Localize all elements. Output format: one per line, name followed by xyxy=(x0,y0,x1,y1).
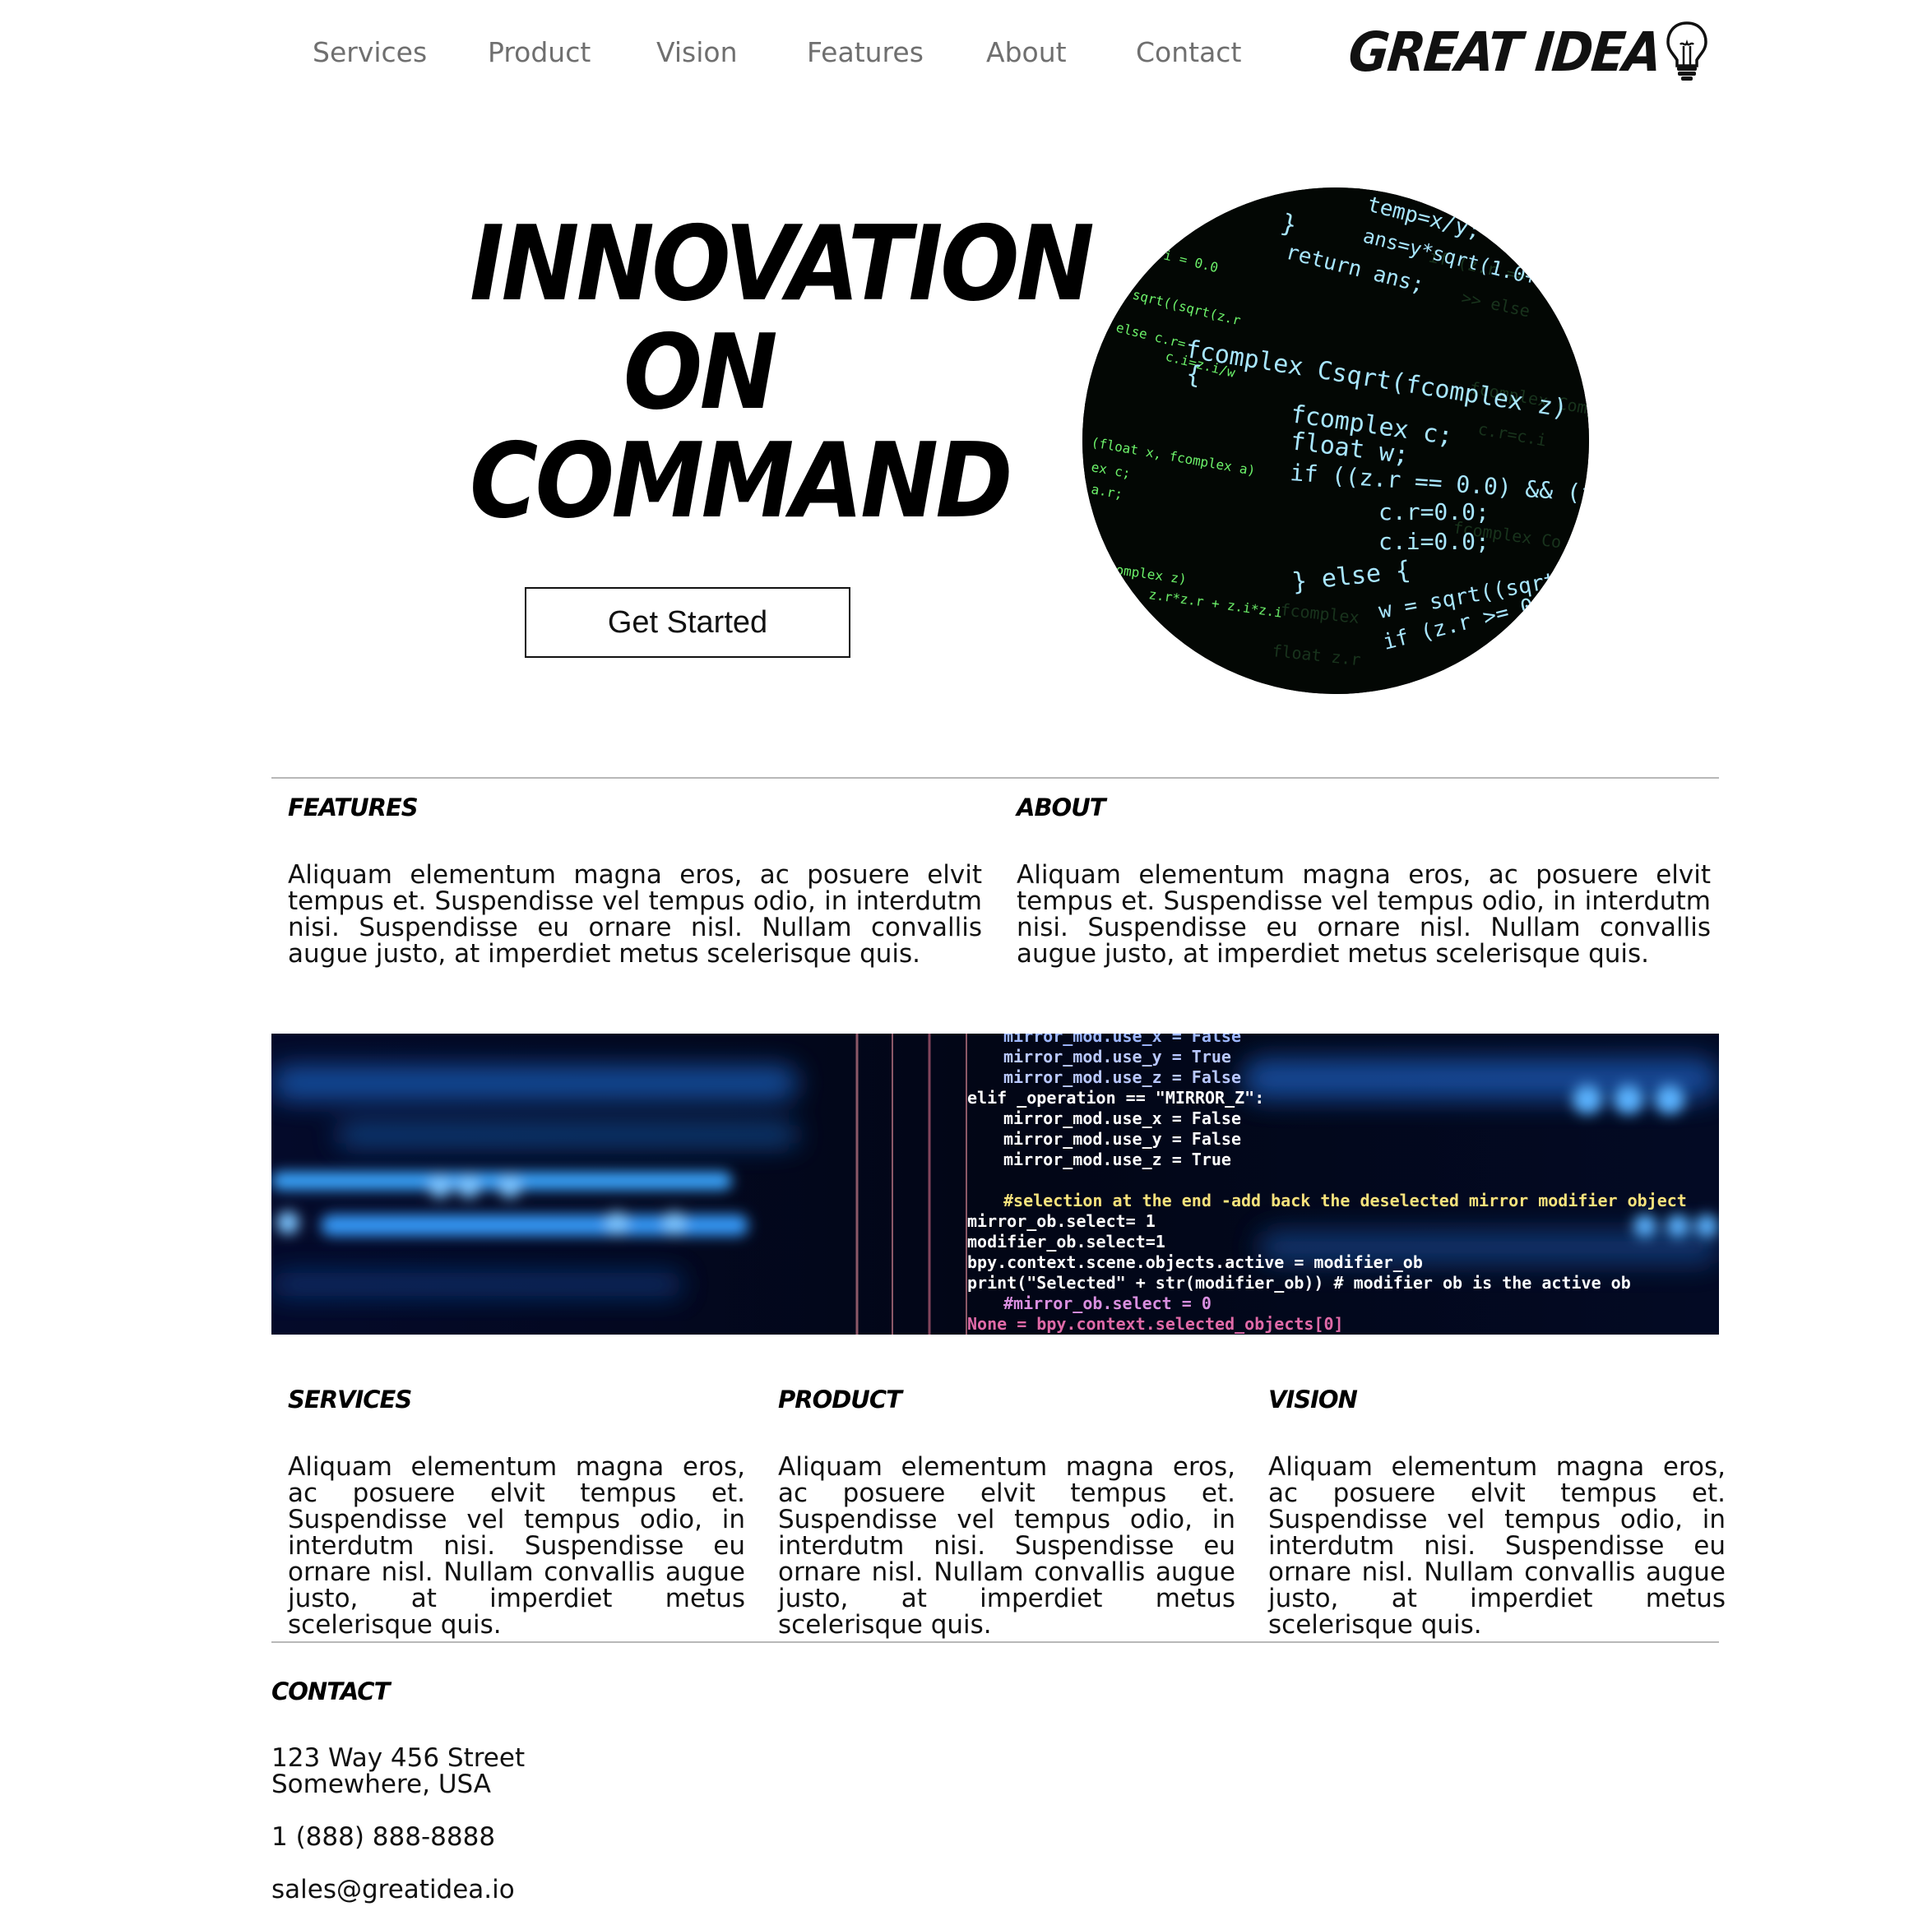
banner-code-line: mirror_mod.use_z = False xyxy=(1003,1067,1241,1087)
hero-title: INNOVATION ON COMMAND xyxy=(470,203,1095,541)
nav-features[interactable]: Features xyxy=(807,36,924,68)
brand-logo[interactable]: GREAT IDEA xyxy=(1346,21,1710,85)
brand-name: GREAT IDEA xyxy=(1346,21,1664,85)
banner-code-line: elif _operation == "MIRROR_Z": xyxy=(967,1088,1264,1108)
code-banner-image: mirror_mod.use_x = False mirror_mod.use_… xyxy=(271,1034,1719,1335)
banner-code-line: None = bpy.context.selected_objects[0] xyxy=(967,1314,1344,1334)
banner-code-line: mirror_ob.select= 1 xyxy=(967,1211,1156,1231)
banner-code-line: mirror_mod.use_z = True xyxy=(1003,1150,1231,1169)
banner-code-line: #selection at the end -add back the dese… xyxy=(1003,1191,1687,1210)
contact-address-line2: Somewhere, USA xyxy=(271,1770,491,1799)
code-line: c.i=0.0; xyxy=(1378,528,1490,555)
lightbulb-icon xyxy=(1666,21,1707,81)
banner-code-line: mirror_mod.use_y = True xyxy=(1003,1047,1231,1067)
banner-code-line: bpy.context.scene.objects.active = modif… xyxy=(967,1252,1423,1272)
banner-graphic: mirror_mod.use_x = False mirror_mod.use_… xyxy=(271,1034,1719,1335)
contact-address-line1: 123 Way 456 Street xyxy=(271,1743,526,1773)
banner-code-line: #mirror_ob.select = 0 xyxy=(1003,1293,1212,1313)
banner-code-line: mirror_mod.use_x = False xyxy=(1003,1034,1241,1046)
nav-vision[interactable]: Vision xyxy=(656,36,737,68)
code-screen-graphic: if (z.r == 0) else >> else fcomplex Comp… xyxy=(1082,187,1589,694)
contact-heading: CONTACT xyxy=(271,1677,390,1705)
hero-code-image: if (z.r == 0) else >> else fcomplex Comp… xyxy=(1082,187,1589,694)
about-text: Aliquam elementum magna eros, ac posuere… xyxy=(1017,860,1711,969)
nav-contact[interactable]: Contact xyxy=(1136,36,1241,68)
features-text: Aliquam elementum magna eros, ac posuere… xyxy=(288,860,982,969)
hero-title-line: COMMAND xyxy=(470,420,1013,541)
get-started-button[interactable]: Get Started xyxy=(525,587,850,658)
nav-about[interactable]: About xyxy=(986,36,1067,68)
hero-title-line: ON xyxy=(623,312,778,433)
services-text: Aliquam elementum magna eros, ac posuere… xyxy=(288,1452,745,1640)
vision-text: Aliquam elementum magna eros, ac posuere… xyxy=(1268,1452,1726,1640)
banner-code-line: mirror_mod.use_x = False xyxy=(1003,1108,1241,1128)
divider xyxy=(271,1641,1719,1643)
features-heading: FEATURES xyxy=(288,794,419,821)
code-line: c.r=0.0; xyxy=(1378,498,1490,525)
hero-title-line: INNOVATION xyxy=(470,203,1095,324)
nav-services[interactable]: Services xyxy=(313,36,427,68)
banner-code-line: modifier_ob.select=1 xyxy=(967,1232,1165,1252)
services-heading: SERVICES xyxy=(288,1386,412,1414)
about-heading: ABOUT xyxy=(1017,794,1106,821)
vision-heading: VISION xyxy=(1268,1386,1358,1414)
divider xyxy=(271,777,1719,779)
product-text: Aliquam elementum magna eros, ac posuere… xyxy=(778,1452,1235,1640)
banner-code-line: mirror_mod.use_y = False xyxy=(1003,1129,1241,1149)
product-heading: PRODUCT xyxy=(778,1386,902,1414)
nav-product[interactable]: Product xyxy=(488,36,591,68)
contact-email[interactable]: sales@greatidea.io xyxy=(271,1876,515,1903)
contact-phone[interactable]: 1 (888) 888-8888 xyxy=(271,1824,495,1850)
banner-code-line: print("Selected" + str(modifier_ob)) # m… xyxy=(967,1273,1631,1293)
